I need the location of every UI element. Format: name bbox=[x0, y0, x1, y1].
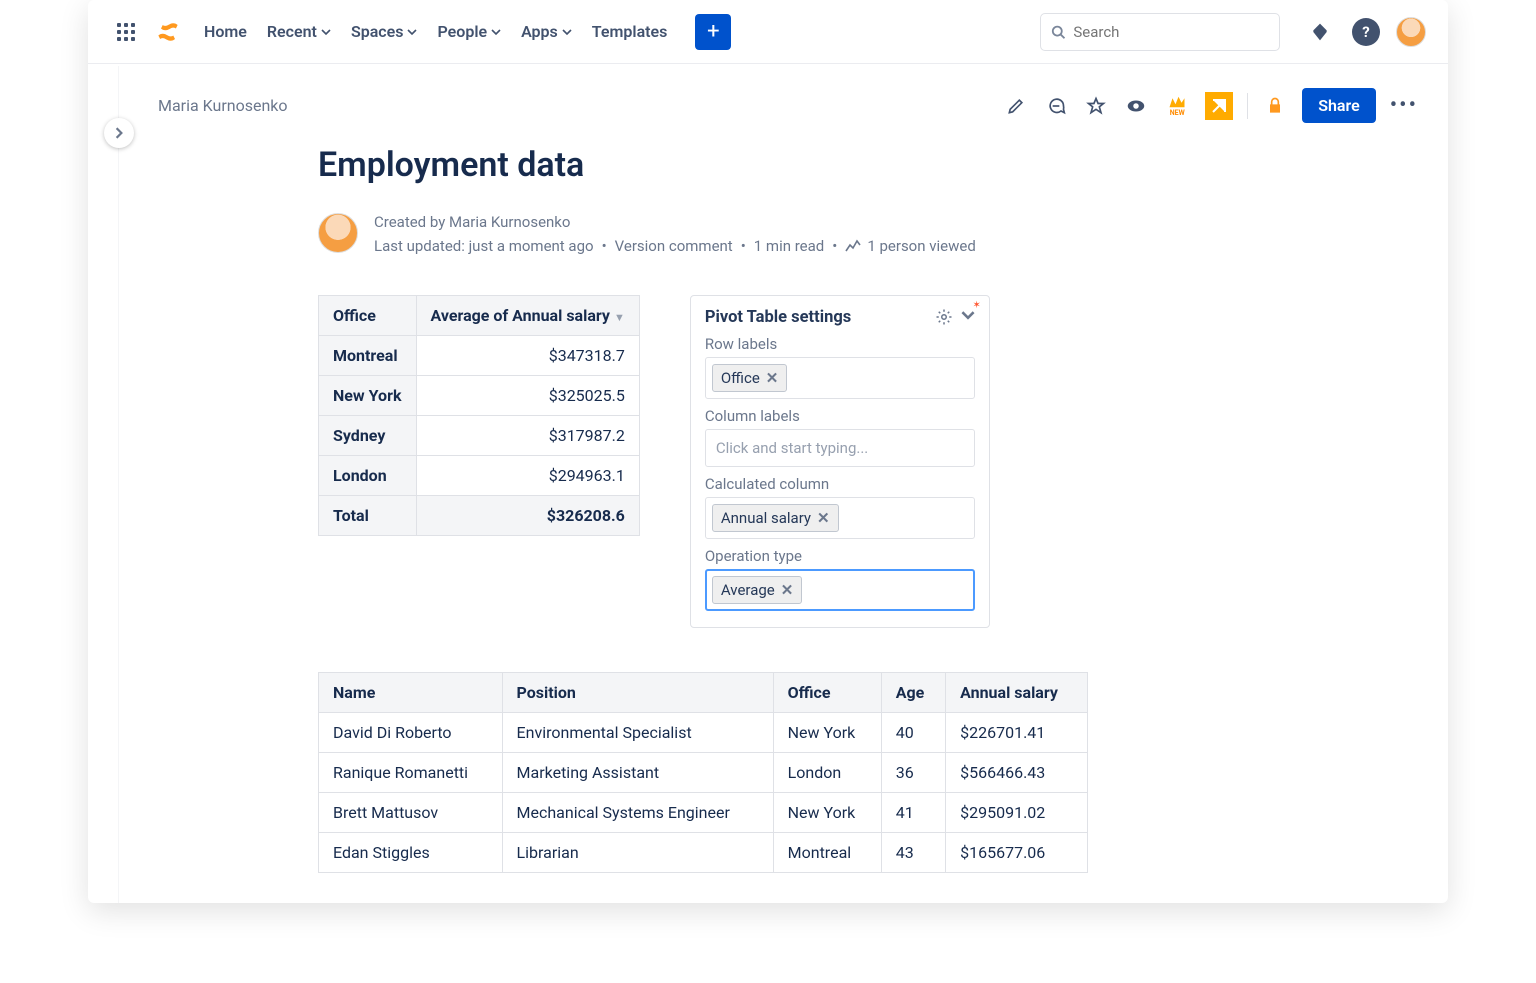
col-position[interactable]: Position bbox=[502, 673, 773, 713]
nav-apps[interactable]: Apps bbox=[521, 22, 572, 41]
table-row: Ranique RomanettiMarketing AssistantLond… bbox=[319, 753, 1088, 793]
pivot-row-value: $325025.5 bbox=[416, 376, 639, 416]
edit-icon[interactable] bbox=[1003, 93, 1029, 119]
help-icon[interactable]: ? bbox=[1352, 18, 1380, 46]
app-badge-icon[interactable] bbox=[1205, 92, 1233, 120]
version-comment[interactable]: Version comment bbox=[594, 237, 733, 255]
remove-tag-icon[interactable]: ✕ bbox=[766, 369, 779, 387]
pivot-table: Office Average of Annual salary▼ Montrea… bbox=[318, 295, 640, 536]
table-row: Brett MattusovMechanical Systems Enginee… bbox=[319, 793, 1088, 833]
new-badge-icon[interactable]: NEW bbox=[1163, 92, 1191, 120]
pivot-row-value: $317987.2 bbox=[416, 416, 639, 456]
profile-avatar[interactable] bbox=[1396, 17, 1426, 47]
pivot-row-value: $294963.1 bbox=[416, 456, 639, 496]
top-nav: Home Recent Spaces People Apps Templates… bbox=[88, 0, 1448, 64]
operation-type-label: Operation type bbox=[705, 547, 975, 565]
pivot-col-office[interactable]: Office bbox=[319, 296, 417, 336]
calculated-column-input[interactable]: Annual salary✕ bbox=[705, 497, 975, 539]
required-indicator: ✶ bbox=[972, 300, 980, 311]
data-table: Name Position Office Age Annual salary D… bbox=[318, 672, 1088, 873]
nav-people[interactable]: People bbox=[437, 22, 501, 41]
last-updated[interactable]: Last updated: just a moment ago bbox=[374, 237, 594, 255]
col-office[interactable]: Office bbox=[773, 673, 881, 713]
tag-annual-salary[interactable]: Annual salary✕ bbox=[712, 504, 839, 532]
table-header-row: Name Position Office Age Annual salary bbox=[319, 673, 1088, 713]
page-title: Employment data bbox=[318, 145, 1138, 185]
star-icon[interactable] bbox=[1083, 93, 1109, 119]
notifications-icon[interactable] bbox=[1304, 16, 1336, 48]
pivot-row-label: Montreal bbox=[319, 336, 417, 376]
row-labels-label: Row labels bbox=[705, 335, 975, 353]
col-annual-salary[interactable]: Annual salary bbox=[946, 673, 1088, 713]
comment-icon[interactable] bbox=[1043, 93, 1069, 119]
byline: Created by Maria Kurnosenko Last updated… bbox=[318, 213, 1138, 255]
share-button[interactable]: Share bbox=[1302, 88, 1376, 123]
column-labels-label: Column labels bbox=[705, 407, 975, 425]
pivot-row-label: New York bbox=[319, 376, 417, 416]
read-time: 1 min read bbox=[733, 237, 825, 255]
breadcrumb[interactable]: Maria Kurnosenko bbox=[158, 96, 991, 115]
pivot-settings-panel: Pivot Table settings ✶ Row labels Office… bbox=[690, 295, 990, 628]
pivot-col-avg-salary[interactable]: Average of Annual salary▼ bbox=[416, 296, 639, 336]
restrictions-icon[interactable] bbox=[1262, 93, 1288, 119]
app-switcher-icon[interactable] bbox=[110, 16, 142, 48]
operation-type-input[interactable]: Average✕ bbox=[705, 569, 975, 611]
pivot-total-value: $326208.6 bbox=[416, 496, 639, 536]
nav-recent[interactable]: Recent bbox=[267, 22, 331, 41]
calculated-column-label: Calculated column bbox=[705, 475, 975, 493]
more-actions-icon[interactable]: ••• bbox=[1390, 93, 1418, 118]
nav-home[interactable]: Home bbox=[204, 22, 247, 41]
pivot-row-value: $347318.7 bbox=[416, 336, 639, 376]
nav-spaces[interactable]: Spaces bbox=[351, 22, 418, 41]
author-avatar[interactable] bbox=[318, 213, 358, 253]
column-labels-input[interactable]: Click and start typing... bbox=[705, 429, 975, 467]
col-name[interactable]: Name bbox=[319, 673, 503, 713]
page-actions: NEW Share ••• bbox=[1003, 88, 1418, 123]
pivot-total-label: Total bbox=[319, 496, 417, 536]
separator bbox=[1247, 93, 1248, 119]
search-box[interactable] bbox=[1040, 13, 1280, 51]
create-button[interactable]: + bbox=[695, 14, 731, 50]
chevron-down-icon bbox=[562, 27, 572, 37]
nav-templates[interactable]: Templates bbox=[592, 22, 668, 41]
analytics-icon bbox=[845, 239, 861, 253]
viewers[interactable]: 1 person viewed bbox=[867, 237, 975, 255]
search-icon bbox=[1051, 24, 1065, 40]
panel-title: Pivot Table settings bbox=[705, 308, 851, 327]
gear-icon[interactable] bbox=[935, 308, 953, 326]
tag-average[interactable]: Average✕ bbox=[712, 576, 802, 604]
pivot-row-label: London bbox=[319, 456, 417, 496]
chevron-down-icon bbox=[321, 27, 331, 37]
watch-icon[interactable] bbox=[1123, 93, 1149, 119]
table-row: Edan StigglesLibrarianMontreal43$165677.… bbox=[319, 833, 1088, 873]
table-row: David Di RobertoEnvironmental Specialist… bbox=[319, 713, 1088, 753]
remove-tag-icon[interactable]: ✕ bbox=[817, 509, 830, 527]
col-age[interactable]: Age bbox=[881, 673, 945, 713]
remove-tag-icon[interactable]: ✕ bbox=[781, 581, 794, 599]
product-logo[interactable] bbox=[152, 16, 184, 48]
row-labels-input[interactable]: Office✕ bbox=[705, 357, 975, 399]
column-labels-placeholder: Click and start typing... bbox=[712, 439, 868, 457]
nav-links: Home Recent Spaces People Apps Templates bbox=[204, 22, 667, 41]
created-by: Created by Maria Kurnosenko bbox=[374, 213, 976, 231]
sidebar-toggle[interactable] bbox=[104, 118, 134, 148]
pivot-row-label: Sydney bbox=[319, 416, 417, 456]
search-input[interactable] bbox=[1073, 23, 1269, 41]
chevron-down-icon bbox=[407, 27, 417, 37]
tag-office[interactable]: Office✕ bbox=[712, 364, 788, 392]
chevron-down-icon bbox=[491, 27, 501, 37]
sort-desc-icon: ▼ bbox=[614, 311, 625, 324]
